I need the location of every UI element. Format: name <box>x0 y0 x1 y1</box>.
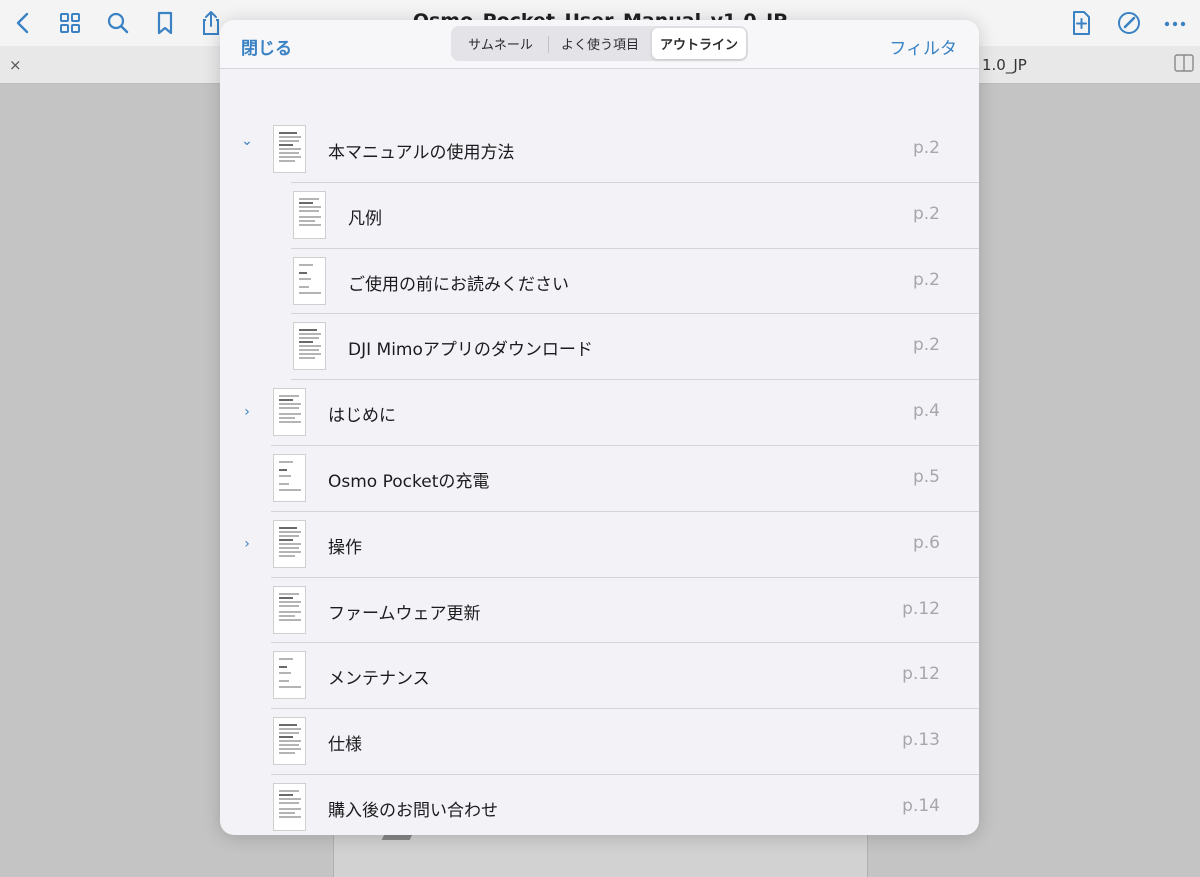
outline-row[interactable]: 仕様 p.13 <box>220 709 979 775</box>
chevron-down-icon[interactable]: ⌄ <box>240 131 254 151</box>
outline-row[interactable]: Osmo Pocketの充電 p.5 <box>220 446 979 512</box>
outline-row[interactable]: ファームウェア更新 p.12 <box>220 578 979 644</box>
back-icon[interactable] <box>8 8 38 38</box>
search-icon[interactable] <box>103 8 133 38</box>
outline-item-title: 本マニュアルの使用方法 <box>328 143 515 163</box>
page-thumbnail <box>293 190 326 239</box>
segment-favorites[interactable]: よく使う項目 <box>548 28 652 59</box>
outline-row[interactable]: › はじめに p.4 <box>220 380 979 446</box>
add-page-icon[interactable] <box>1066 8 1096 38</box>
popover-header: 閉じる サムネール よく使う項目 アウトライン フィルタ <box>220 20 979 69</box>
bookmark-icon[interactable] <box>150 8 180 38</box>
page-thumbnail <box>273 782 306 831</box>
chevron-right-icon[interactable]: › <box>240 534 254 554</box>
outline-item-page: p.6 <box>912 532 940 553</box>
outline-row[interactable]: DJI Mimoアプリのダウンロード p.2 <box>220 314 979 381</box>
page-thumbnail <box>273 717 306 766</box>
page-thumbnail <box>273 519 306 568</box>
outline-item-page: p.4 <box>912 401 940 422</box>
outline-row[interactable]: 凡例 p.2 <box>220 183 979 249</box>
chevron-right-icon[interactable]: › <box>240 402 254 422</box>
outline-row[interactable]: ご使用の前にお読みください p.2 <box>220 249 979 315</box>
sidebar-icon[interactable] <box>1174 54 1194 72</box>
segment-outline[interactable]: アウトライン <box>652 28 746 59</box>
outline-row[interactable]: メンテナンス p.12 <box>220 643 979 710</box>
outline-list: ⌄ 本マニュアルの使用方法 p.2 凡例 p.2 ご使用の前にお読みください p.2 DJI … <box>220 117 979 835</box>
grid-icon[interactable] <box>55 8 85 38</box>
outline-item-title: Osmo Pocketの充電 <box>328 471 490 492</box>
outline-item-page: p.2 <box>912 138 940 158</box>
outline-item-page: p.12 <box>902 664 940 685</box>
outline-item-title: 購入後のお問い合わせ <box>328 800 498 821</box>
outline-item-title: はじめに <box>328 406 396 427</box>
outline-item-page: p.2 <box>912 269 940 290</box>
page-thumbnail <box>273 125 306 173</box>
outline-item-page: p.2 <box>912 335 940 356</box>
outline-popover: 閉じる サムネール よく使う項目 アウトライン フィルタ ⌄ 本マニュアルの使用方… <box>220 20 979 835</box>
outline-item-title: ファームウェア更新 <box>328 603 481 624</box>
page-thumbnail <box>273 388 306 437</box>
close-tab-icon[interactable]: × <box>9 56 22 74</box>
segment-thumbnails[interactable]: サムネール <box>453 28 548 59</box>
outline-item-page: p.5 <box>912 466 940 487</box>
outline-item-title: ご使用の前にお読みください <box>348 274 569 295</box>
page-thumbnail <box>293 256 326 305</box>
close-button[interactable]: 閉じる <box>241 34 292 59</box>
page-thumbnail <box>273 453 306 502</box>
outline-item-title: DJI Mimoアプリのダウンロード <box>348 340 593 361</box>
filter-button[interactable]: フィルタ <box>889 34 957 59</box>
page-thumbnail <box>293 322 326 371</box>
more-icon[interactable] <box>1160 8 1190 38</box>
page-thumbnail <box>273 585 306 634</box>
annotate-icon[interactable] <box>1114 8 1144 38</box>
outline-row[interactable]: 購入後のお問い合わせ p.14 <box>220 775 979 835</box>
page-thumbnail <box>273 651 306 700</box>
outline-item-page: p.12 <box>902 598 940 619</box>
outline-item-title: 操作 <box>328 537 362 558</box>
outline-item-page: p.2 <box>912 203 940 224</box>
outline-item-title: メンテナンス <box>328 669 430 690</box>
document-tab-label[interactable]: 1.0_JP <box>982 56 1027 74</box>
outline-item-page: p.14 <box>902 795 940 816</box>
outline-item-page: p.13 <box>902 730 940 751</box>
outline-item-title: 凡例 <box>348 208 382 229</box>
outline-row[interactable]: › 操作 p.6 <box>220 512 979 578</box>
outline-item-title: 仕様 <box>328 735 362 756</box>
outline-row[interactable]: ⌄ 本マニュアルの使用方法 p.2 <box>220 117 979 183</box>
view-segmented-control: サムネール よく使う項目 アウトライン <box>451 26 748 61</box>
